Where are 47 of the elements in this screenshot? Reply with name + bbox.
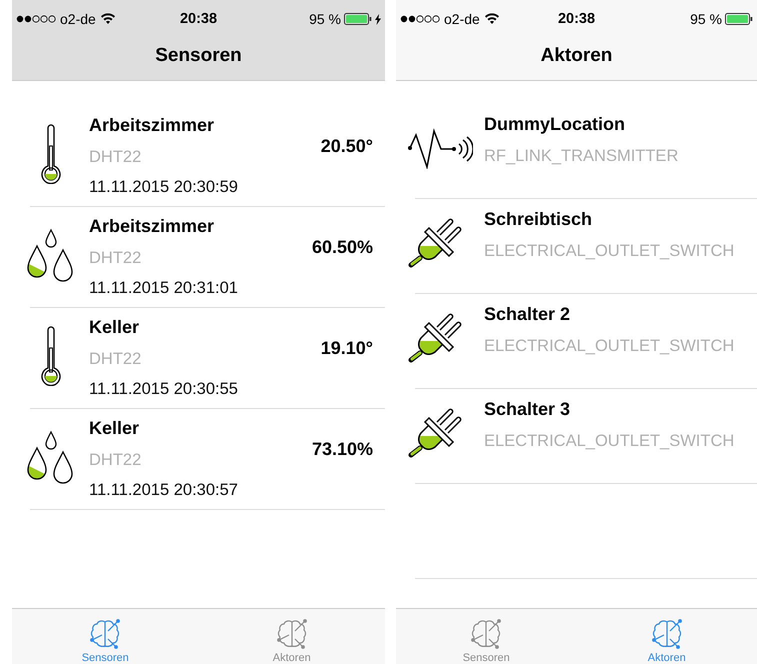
device-name: Keller	[89, 316, 140, 338]
sensor-reading: 73.10%	[312, 438, 374, 460]
sensor-reading: 20.50°	[320, 135, 374, 157]
screen-title: Sensoren	[155, 44, 242, 66]
battery-icon	[344, 13, 372, 25]
device-name: DummyLocation	[484, 113, 626, 135]
status-time: 20:38	[558, 11, 596, 27]
sensor-reading: 19.10°	[320, 337, 374, 359]
tab[interactable]: Sensoren	[396, 609, 576, 664]
device-type: DHT22	[89, 248, 142, 269]
screen-title: Aktoren	[540, 44, 612, 66]
device-type: ELECTRICAL_OUTLET_SWITCH	[484, 241, 736, 262]
signal-strength-icon	[400, 15, 440, 23]
brain-icon	[470, 618, 502, 650]
carrier-name: o2-de	[444, 11, 480, 27]
battery-percent: 95 %	[690, 11, 722, 27]
status-time: 20:38	[180, 11, 218, 27]
thermometer-icon	[38, 124, 62, 184]
brain-icon	[89, 618, 122, 650]
device-name: Schalter 3	[484, 398, 572, 420]
timestamp: 11.11.2015 20:30:55	[89, 379, 239, 400]
device-name: Arbeitszimmer	[89, 114, 216, 136]
device-name: Schreibtisch	[484, 208, 594, 230]
thermometer-icon	[38, 326, 62, 386]
device-type: DHT22	[89, 349, 142, 370]
device-type: ELECTRICAL_OUTLET_SWITCH	[484, 336, 736, 357]
timestamp: 11.11.2015 20:31:01	[89, 278, 239, 299]
device-name: Keller	[89, 417, 140, 439]
tab[interactable]: Aktoren	[198, 609, 385, 664]
tab[interactable]: Sensoren	[12, 609, 198, 664]
wifi-icon	[100, 13, 116, 25]
brain-icon	[276, 618, 308, 650]
device-type: RF_LINK_TRANSMITTER	[484, 146, 680, 167]
carrier-name: o2-de	[60, 11, 96, 27]
brain-icon	[650, 618, 683, 650]
device-type: DHT22	[89, 450, 142, 471]
battery-percent: 95 %	[309, 11, 341, 27]
tab[interactable]: Aktoren	[576, 609, 757, 664]
device-type: ELECTRICAL_OUTLET_SWITCH	[484, 431, 736, 452]
timestamp: 11.11.2015 20:30:59	[89, 177, 239, 198]
signal-strength-icon	[16, 15, 56, 23]
device-name: Schalter 2	[484, 303, 572, 325]
device-name: Arbeitszimmer	[89, 215, 216, 237]
wifi-icon	[484, 13, 500, 25]
sensor-reading: 60.50%	[312, 236, 374, 258]
timestamp: 11.11.2015 20:30:57	[89, 480, 239, 501]
device-type: DHT22	[89, 147, 142, 168]
